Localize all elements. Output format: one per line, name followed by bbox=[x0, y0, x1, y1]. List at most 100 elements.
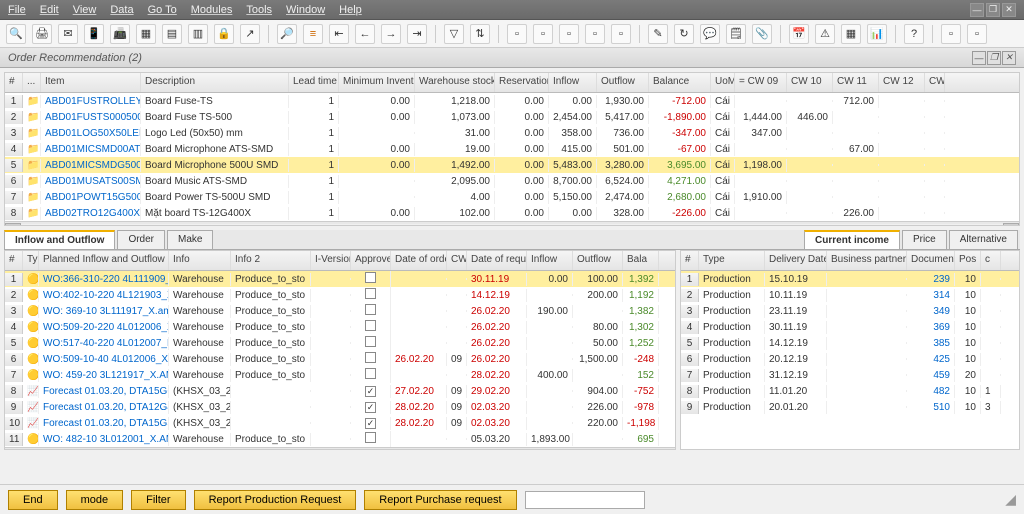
col-header[interactable]: c bbox=[981, 251, 1001, 270]
col-header[interactable]: Type bbox=[699, 251, 765, 270]
table-row[interactable]: 7🟡WO: 459-20 3L121917_X.AMWarehouseProdu… bbox=[5, 367, 675, 383]
table-row[interactable]: 2Production10.11.1931410 bbox=[681, 287, 1019, 303]
approved-checkbox[interactable] bbox=[351, 335, 391, 351]
col-header[interactable]: Inflow bbox=[527, 251, 573, 270]
tab-order[interactable]: Order bbox=[117, 230, 165, 249]
col-header[interactable]: Item bbox=[41, 73, 141, 92]
alert-icon[interactable]: ⚠ bbox=[815, 24, 835, 44]
window-restore-icon[interactable]: ❐ bbox=[986, 3, 1000, 17]
find-icon[interactable]: 🔎 bbox=[277, 24, 297, 44]
end-button[interactable]: End bbox=[8, 490, 58, 510]
col-header[interactable]: Delivery Date bbox=[765, 251, 827, 270]
table-row[interactable]: 5📁ABD01MICSMDG500Board Microphone 500U S… bbox=[5, 157, 1019, 173]
table-row[interactable]: 4🟡WO:509-20-220 4L012006_XWarehouseProdu… bbox=[5, 319, 675, 335]
table-row[interactable]: 11🟡WO: 482-10 3L012001_X.AMWarehouseProd… bbox=[5, 431, 675, 447]
menu-file[interactable]: File bbox=[8, 4, 26, 16]
col-header[interactable]: Date of order bbox=[391, 251, 447, 270]
table-row[interactable]: 6Production20.12.1942510 bbox=[681, 351, 1019, 367]
scroll-right-icon[interactable]: ► bbox=[1003, 223, 1019, 227]
form-icon[interactable]: ▫ bbox=[941, 24, 961, 44]
menu-help[interactable]: Help bbox=[339, 4, 362, 16]
report-production-request-button[interactable]: Report Production Request bbox=[194, 490, 357, 510]
top-grid-hscroll[interactable]: ◄ ► bbox=[5, 221, 1019, 226]
nav-prev-icon[interactable]: ← bbox=[355, 24, 375, 44]
doc-dup-icon[interactable]: ▫ bbox=[559, 24, 579, 44]
pdf-icon[interactable]: ▥ bbox=[188, 24, 208, 44]
help-icon[interactable]: ? bbox=[904, 24, 924, 44]
calendar-icon[interactable]: 📅 bbox=[789, 24, 809, 44]
window-minimize-icon[interactable]: — bbox=[970, 3, 984, 17]
approved-checkbox[interactable] bbox=[351, 271, 391, 287]
table-row[interactable]: 1Production15.10.1923910 bbox=[681, 271, 1019, 287]
tab-inflow-outflow[interactable]: Inflow and Outflow bbox=[4, 230, 115, 249]
table-row[interactable]: 1🟡WO:366-310-220 4L111909_WarehouseProdu… bbox=[5, 271, 675, 287]
menu-edit[interactable]: Edit bbox=[40, 4, 59, 16]
col-header[interactable]: Date of require bbox=[467, 251, 527, 270]
table-row[interactable]: 8📈Forecast 01.03.20, DTA15G6(KHSX_03_202… bbox=[5, 383, 675, 399]
col-header[interactable]: Outflow bbox=[573, 251, 623, 270]
col-header[interactable]: Balance bbox=[649, 73, 711, 92]
table-row[interactable]: 7Production31.12.1945920 bbox=[681, 367, 1019, 383]
tab-make[interactable]: Make bbox=[167, 230, 213, 249]
menu-goto[interactable]: Go To bbox=[148, 4, 177, 16]
approved-checkbox[interactable] bbox=[351, 367, 391, 383]
col-header[interactable]: CW bbox=[447, 251, 467, 270]
attach-icon[interactable]: 📎 bbox=[752, 24, 772, 44]
doc-cal-icon[interactable]: ▫ bbox=[611, 24, 631, 44]
tab-price[interactable]: Price bbox=[902, 230, 947, 249]
approved-checkbox[interactable] bbox=[351, 385, 391, 398]
approved-checkbox[interactable] bbox=[351, 351, 391, 367]
table-row[interactable]: 6📁ABD01MUSATS00SMBoard Music ATS-SMD12,0… bbox=[5, 173, 1019, 189]
sort-icon[interactable]: ⇅ bbox=[470, 24, 490, 44]
scroll-left-icon[interactable]: ◄ bbox=[5, 223, 21, 227]
menu-modules[interactable]: Modules bbox=[191, 4, 233, 16]
fax-icon[interactable]: 📠 bbox=[110, 24, 130, 44]
nav-last-icon[interactable]: ⇥ bbox=[407, 24, 427, 44]
menu-window[interactable]: Window bbox=[286, 4, 325, 16]
lock-icon[interactable]: 🔒 bbox=[214, 24, 234, 44]
table-row[interactable]: 2📁ABD01FUSTS000500Board Fuse TS-50010.00… bbox=[5, 109, 1019, 125]
doc-minimize-icon[interactable]: — bbox=[972, 51, 986, 65]
col-header[interactable]: Minimum Inventory bbox=[339, 73, 415, 92]
approved-checkbox[interactable] bbox=[351, 401, 391, 414]
table-row[interactable]: 9Production20.01.20510103 bbox=[681, 399, 1019, 415]
filter-icon[interactable]: ▽ bbox=[444, 24, 464, 44]
edit-icon[interactable]: ✎ bbox=[648, 24, 668, 44]
col-header[interactable]: Document bbox=[907, 251, 955, 270]
table-row[interactable]: 9📈Forecast 01.03.20, DTA12G4(KHSX_03_202… bbox=[5, 399, 675, 415]
form2-icon[interactable]: ▫ bbox=[967, 24, 987, 44]
chart-icon[interactable]: 📊 bbox=[867, 24, 887, 44]
table-row[interactable]: 6🟡WO:509-10-40 4L012006_XWarehouseProduc… bbox=[5, 351, 675, 367]
grid-icon[interactable]: ▦ bbox=[841, 24, 861, 44]
mail-icon[interactable]: ✉ bbox=[58, 24, 78, 44]
doc-link-icon[interactable]: ▫ bbox=[585, 24, 605, 44]
print-icon[interactable]: 🖨 bbox=[32, 24, 52, 44]
table-row[interactable]: 8Production11.01.20482101 bbox=[681, 383, 1019, 399]
window-close-icon[interactable]: ✕ bbox=[1002, 3, 1016, 17]
nav-next-icon[interactable]: → bbox=[381, 24, 401, 44]
left-grid-hscroll[interactable]: ◄ ► bbox=[5, 447, 675, 450]
doc-restore-icon[interactable]: ❐ bbox=[987, 51, 1001, 65]
sms-icon[interactable]: 📱 bbox=[84, 24, 104, 44]
resize-handle-icon[interactable]: ◢ bbox=[1005, 491, 1016, 508]
report-purchase-request-button[interactable]: Report Purchase request bbox=[364, 490, 516, 510]
refresh-icon[interactable]: ↻ bbox=[674, 24, 694, 44]
approved-checkbox[interactable] bbox=[351, 417, 391, 430]
table-row[interactable]: 4📁ABD01MICSMD00ATBoard Microphone ATS-SM… bbox=[5, 141, 1019, 157]
table-row[interactable]: 4Production30.11.1936910 bbox=[681, 319, 1019, 335]
col-header[interactable]: CW 11 bbox=[833, 73, 879, 92]
doc-copy-icon[interactable]: ▫ bbox=[533, 24, 553, 44]
menu-view[interactable]: View bbox=[73, 4, 97, 16]
col-header[interactable]: Bala bbox=[623, 251, 659, 270]
col-header[interactable]: Reservation bbox=[495, 73, 549, 92]
table-row[interactable]: 10📈Forecast 01.03.20, DTA15G5(KHSX_03_20… bbox=[5, 415, 675, 431]
col-header[interactable]: Inflow bbox=[549, 73, 597, 92]
table-row[interactable]: 5Production14.12.1938510 bbox=[681, 335, 1019, 351]
col-header[interactable]: Approved bbox=[351, 251, 391, 270]
doc-close-icon[interactable]: ✕ bbox=[1002, 51, 1016, 65]
approved-checkbox[interactable] bbox=[351, 303, 391, 319]
tab-current-income[interactable]: Current income bbox=[804, 230, 900, 249]
col-header[interactable]: CW 12 bbox=[879, 73, 925, 92]
menu-tools[interactable]: Tools bbox=[246, 4, 272, 16]
col-header[interactable]: CW 10 bbox=[787, 73, 833, 92]
